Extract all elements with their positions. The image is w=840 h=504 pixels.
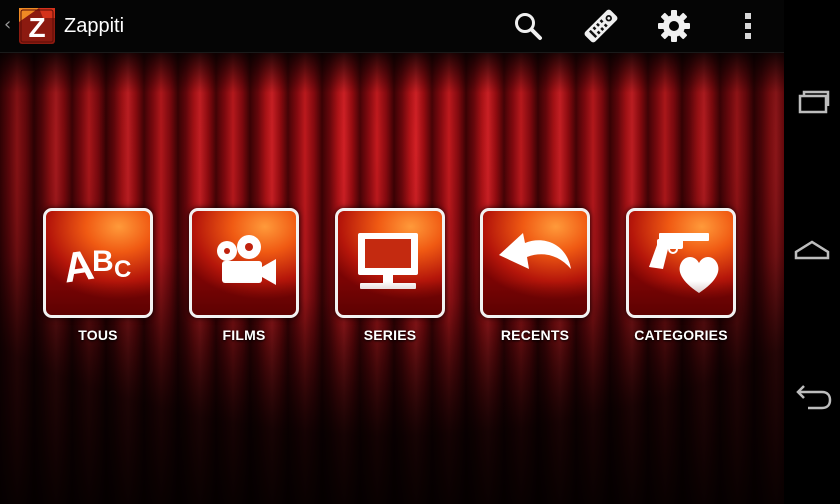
abc-letter-c: C	[114, 256, 131, 283]
app-screen: ‹ Z Zappiti A B C TOUS FILMS SERIES RECE…	[0, 0, 840, 504]
tile-recents[interactable]: RECENTS	[462, 208, 608, 343]
overflow-menu-button[interactable]	[728, 6, 768, 46]
abc-letters-icon: A B C	[60, 241, 131, 292]
recent-apps-icon	[798, 90, 830, 114]
tile-films[interactable]: FILMS	[171, 208, 317, 343]
tile-categories-box[interactable]	[626, 208, 736, 318]
home-button[interactable]	[792, 230, 832, 270]
up-navigation-caret-icon[interactable]: ‹	[4, 13, 11, 37]
curved-arrow-icon	[499, 233, 571, 269]
app-title: Zappiti	[64, 15, 125, 37]
tile-recents-box[interactable]	[480, 208, 590, 318]
back-icon	[796, 385, 832, 410]
curtain-background: A B C TOUS FILMS SERIES RECENTS CATEGORI…	[0, 53, 784, 504]
remote-control-icon	[584, 9, 618, 43]
tv-monitor-icon	[358, 233, 418, 289]
tile-categories[interactable]: CATEGORIES	[608, 208, 754, 343]
tile-series-label: SERIES	[363, 327, 417, 343]
home-icon	[794, 240, 830, 260]
tile-tous[interactable]: A B C TOUS	[25, 208, 171, 343]
gear-icon	[658, 10, 690, 42]
movie-camera-icon	[217, 235, 276, 285]
tile-tous-box[interactable]: A B C	[43, 208, 153, 318]
back-button[interactable]	[792, 378, 832, 418]
search-icon	[515, 13, 542, 40]
recent-apps-button[interactable]	[792, 84, 832, 124]
remote-control-button[interactable]	[581, 6, 621, 46]
tile-films-label: FILMS	[222, 327, 266, 343]
tile-series-box[interactable]	[335, 208, 445, 318]
logo-letter: Z	[28, 12, 45, 43]
action-bar: ‹ Z Zappiti	[0, 0, 784, 53]
tile-tous-label: TOUS	[78, 327, 118, 343]
tile-categories-label: CATEGORIES	[634, 327, 728, 343]
curtain-top-shadow	[0, 53, 784, 93]
search-button[interactable]	[508, 6, 548, 46]
abc-letter-b: B	[92, 245, 114, 278]
gun-and-heart-icon	[649, 233, 719, 293]
zappiti-logo-icon[interactable]: Z	[19, 8, 55, 44]
system-navigation-bar	[784, 0, 840, 504]
overflow-menu-icon	[745, 13, 751, 39]
tile-recents-label: RECENTS	[500, 327, 570, 343]
tile-films-box[interactable]	[189, 208, 299, 318]
tile-series[interactable]: SERIES	[317, 208, 463, 343]
settings-button[interactable]	[654, 6, 694, 46]
